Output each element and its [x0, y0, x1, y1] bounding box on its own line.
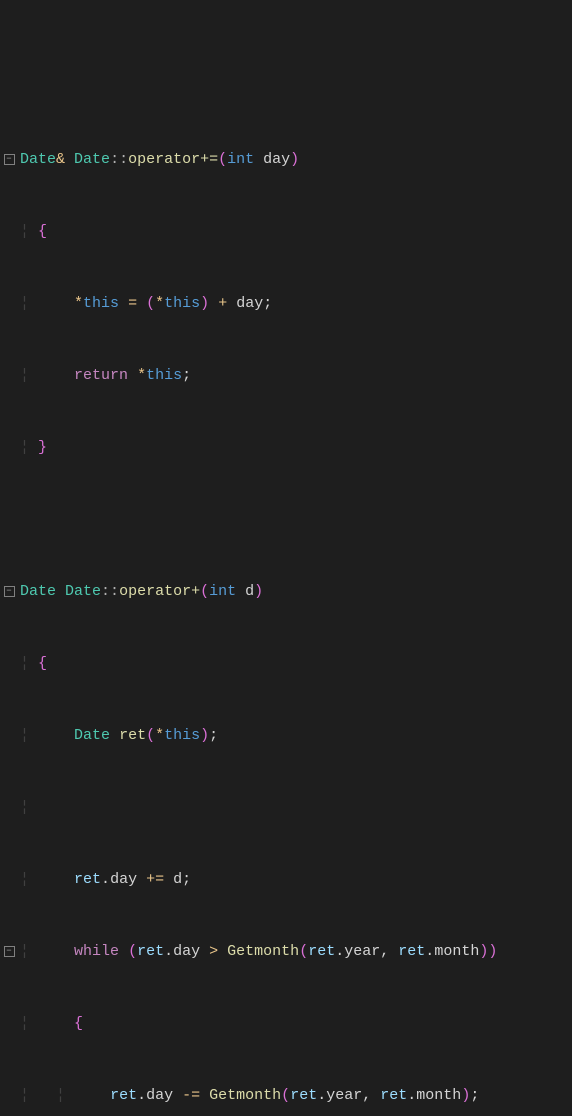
fold-gutter[interactable]: −: [0, 148, 18, 165]
code-line: ¦ *this = (*this) + day;: [0, 292, 572, 316]
code-line: ¦ Date ret(*this);: [0, 724, 572, 748]
code-line: ¦ {: [0, 220, 572, 244]
fold-toggle-icon[interactable]: −: [4, 154, 15, 165]
fold-toggle-icon[interactable]: −: [4, 946, 15, 957]
code-line: ¦ ret.day += d;: [0, 868, 572, 892]
code-line: ¦ return *this;: [0, 364, 572, 388]
code-line: ¦ ¦ ret.day -= Getmonth(ret.year, ret.mo…: [0, 1084, 572, 1108]
code-line: [0, 508, 572, 532]
code-line: ¦ {: [0, 1012, 572, 1036]
code-line: −¦ while (ret.day > Getmonth(ret.year, r…: [0, 940, 572, 964]
code-line: ¦ }: [0, 436, 572, 460]
code-text: Date& Date::operator+=(int day): [18, 148, 299, 172]
code-line: −Date& Date::operator+=(int day): [0, 148, 572, 172]
code-line: ¦: [0, 796, 572, 820]
code-line: ¦ {: [0, 652, 572, 676]
code-line: −Date Date::operator+(int d): [0, 580, 572, 604]
code-text: Date Date::operator+(int d): [18, 580, 263, 604]
fold-toggle-icon[interactable]: −: [4, 586, 15, 597]
fold-gutter[interactable]: −: [0, 940, 18, 957]
fold-gutter[interactable]: −: [0, 580, 18, 597]
code-editor[interactable]: −Date& Date::operator+=(int day) ¦ { ¦ *…: [0, 96, 572, 1116]
